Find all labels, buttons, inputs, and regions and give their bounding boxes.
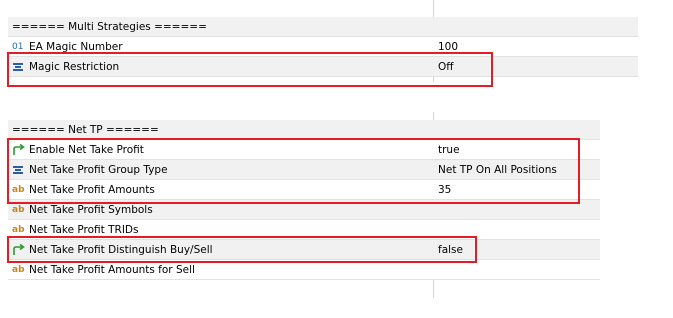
highlight-box-net-tp-settings: [7, 138, 580, 204]
group-header-label: ====== Multi Strategies ======: [12, 21, 207, 33]
param-name: Net Take Profit Amounts for Sell: [29, 264, 195, 276]
group-header-row: ====== Net TP ======: [8, 120, 600, 140]
group-header-label: ====== Net TP ======: [12, 124, 159, 136]
highlight-box-magic-restriction: [7, 52, 493, 87]
string-ab-icon: ab: [12, 205, 25, 215]
string-ab-icon: ab: [12, 225, 25, 235]
highlight-box-distinguish-buy-sell: [7, 236, 477, 263]
param-row-net-take-profit-amounts-for-sell[interactable]: ab Net Take Profit Amounts for Sell: [8, 260, 600, 280]
string-ab-icon: ab: [12, 265, 25, 275]
group-header-row: ====== Multi Strategies ======: [8, 17, 638, 37]
